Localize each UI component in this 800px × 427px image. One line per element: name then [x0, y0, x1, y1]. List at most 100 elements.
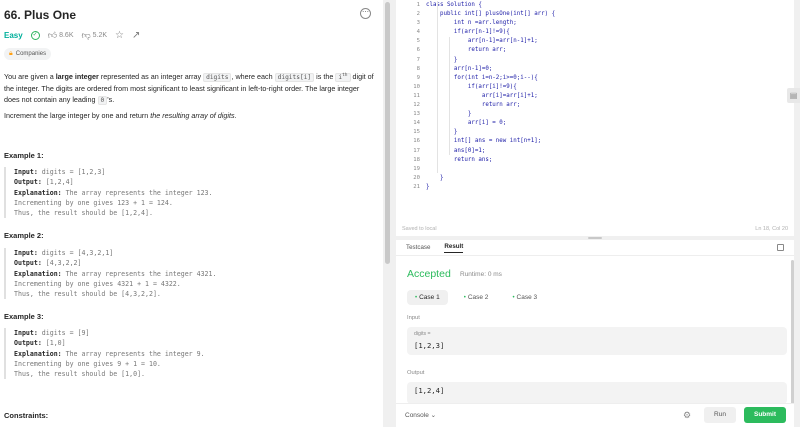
line-number: 19 [413, 165, 420, 172]
code-area[interactable]: class Solution { public int[] plusOne(in… [426, 1, 555, 192]
like-count: 8.6K [59, 32, 74, 39]
constraints-title: Constraints: [4, 411, 49, 420]
example-1-title: Example 1: [4, 151, 44, 160]
line-number: 4 [416, 29, 420, 36]
chevron-down-icon: ⌄ [430, 412, 437, 419]
code-line: arr[n-1]=0; [426, 65, 493, 72]
pass-dot-icon: • [415, 295, 418, 301]
pass-dot-icon: • [463, 295, 466, 301]
code-line: if(arr[i]!=9){ [426, 83, 517, 90]
example-2-title: Example 2: [4, 231, 44, 240]
result-panel: Testcase Result Accepted Runtime: 0 ms •… [396, 240, 794, 427]
code-line: ans[0]=1; [426, 147, 486, 154]
line-number: 20 [413, 174, 420, 181]
indent-guide [437, 1, 438, 173]
code-line: } [426, 129, 458, 136]
case-tabs: • Case 1 • Case 2 • Case 3 [407, 290, 545, 305]
case-1-tab[interactable]: • Case 1 [407, 290, 448, 305]
lock-icon: 🔒︎ [9, 50, 13, 57]
output-value: [1,2,4] [414, 386, 445, 395]
code-line: arr[n-1]=arr[n-1]+1; [426, 38, 538, 45]
code-digits: digits [203, 73, 232, 83]
code-zero: 0 [97, 96, 108, 106]
line-number: 17 [413, 147, 420, 154]
star-icon[interactable]: ☆ [115, 30, 124, 41]
description-scrollbar[interactable] [385, 2, 390, 264]
example-2-block: Input: digits = [4,3,2,1] Output: [4,3,2… [4, 248, 376, 300]
example-3-title: Example 3: [4, 312, 44, 321]
line-number: 13 [413, 111, 420, 118]
result-scrollbar[interactable] [791, 260, 794, 410]
submit-button[interactable]: Submit [744, 407, 786, 423]
pass-dot-icon: • [512, 295, 515, 301]
line-number: 12 [413, 102, 420, 109]
dislike-count: 5.2K [92, 32, 108, 39]
tab-result[interactable]: Result [444, 243, 464, 253]
code-line: arr[i] = 0; [426, 120, 507, 127]
code-ith: ith [335, 73, 351, 83]
difficulty-badge: Easy [4, 31, 23, 40]
code-line: } [467, 111, 472, 118]
line-number: 1 [416, 2, 420, 8]
code-line: return arr; [426, 102, 521, 109]
code-line: } [426, 56, 458, 63]
input-variable: digits = [414, 331, 431, 337]
expand-panel-icon[interactable] [777, 244, 784, 251]
share-icon[interactable]: ↗ [132, 30, 140, 41]
line-number: 9 [416, 74, 420, 81]
notes-icon[interactable]: ▤ [787, 88, 800, 103]
line-number: 2 [416, 11, 420, 18]
input-value: [1,2,3] [414, 341, 445, 350]
problem-title: 66. Plus One [4, 8, 77, 22]
console-toggle[interactable]: Console ⌄ [405, 411, 436, 419]
run-button[interactable]: Run [704, 407, 736, 423]
cursor-position: Ln 18, Col 20 [755, 226, 788, 232]
code-line: if(arr[n-1]!=9){ [426, 29, 510, 36]
case-2-tab[interactable]: • Case 2 [456, 290, 497, 305]
line-number-gutter: 1 2 3 4 5 6 7 8 9 10 11 12 13 14 15 16 17 18 19 20 21 [396, 1, 420, 192]
example-3-block: Input: digits = [9] Output: [1,0] Explan… [4, 328, 376, 380]
runtime-text: Runtime: 0 ms [460, 271, 502, 278]
tab-testcase[interactable]: Testcase [406, 244, 430, 251]
dislike-button[interactable]: 👎︎ 5.2K [82, 30, 108, 41]
companies-label: Companies [15, 51, 47, 57]
problem-meta: Easy ✓ 👍︎ 8.6K 👎︎ 5.2K ☆ ↗ [4, 30, 140, 41]
output-label: Output [407, 370, 425, 376]
input-label: Input [407, 315, 420, 321]
example-1-block: Input: digits = [1,2,3] Output: [1,2,4] … [4, 167, 376, 219]
code-line: for(int i=n-2;i>=0;i--){ [426, 74, 538, 81]
action-bar: Console ⌄ ⚙ Run Submit [396, 403, 794, 427]
code-digits-i: digits[i] [274, 73, 315, 83]
line-number: 18 [413, 156, 420, 163]
resize-grip[interactable] [588, 237, 602, 239]
problem-description: You are given a large integer represente… [4, 72, 374, 106]
code-line: } [426, 174, 444, 181]
output-box: [1,2,4] [407, 382, 787, 404]
line-number: 11 [413, 92, 420, 99]
more-options-icon[interactable]: ⋯ [360, 8, 371, 19]
line-number: 8 [416, 65, 420, 72]
case-3-tab[interactable]: • Case 3 [504, 290, 545, 305]
problem-task: Increment the large integer by one and r… [4, 111, 237, 120]
saved-status: Saved to local [402, 226, 437, 232]
code-line: return arr; [426, 47, 507, 54]
code-line: return ans; [426, 156, 493, 163]
code-line: public int[] plusOne(int[] arr) { [426, 11, 556, 18]
settings-icon[interactable]: ⚙ [683, 410, 691, 421]
line-number: 16 [413, 138, 420, 145]
code-line: int n =arr.length; [426, 20, 517, 27]
input-box: digits = [1,2,3] [407, 327, 787, 355]
line-number: 5 [416, 38, 420, 45]
code-line: } [426, 183, 430, 190]
result-tabs: Testcase Result [396, 240, 794, 256]
line-number: 10 [413, 83, 420, 90]
line-number: 14 [413, 120, 420, 127]
line-number: 7 [416, 56, 420, 63]
companies-tag[interactable]: 🔒︎ Companies [4, 48, 52, 60]
like-button[interactable]: 👍︎ 8.6K [48, 30, 74, 41]
line-number: 6 [416, 47, 420, 54]
code-editor[interactable]: 1 2 3 4 5 6 7 8 9 10 11 12 13 14 15 16 17 18 19 20 21 class … [396, 0, 794, 236]
thumb-up-icon: 👍︎ [47, 30, 58, 40]
code-line: arr[i]=arr[i]+1; [426, 92, 538, 99]
